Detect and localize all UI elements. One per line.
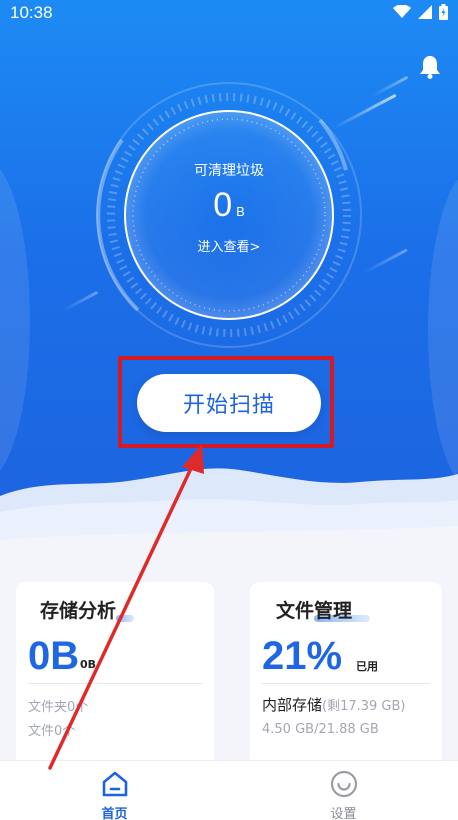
gauge-text: 可清理垃圾 0B 进入查看>	[94, 80, 364, 350]
status-bar: 10:38	[0, 0, 458, 26]
file-count: 文件0个	[28, 724, 76, 739]
nav-home[interactable]: 首页	[0, 761, 229, 820]
storage-analysis-card[interactable]: 存储分析 0B 0B 文件夹0个 文件0个	[16, 582, 214, 782]
nav-settings[interactable]: 设置	[229, 761, 458, 820]
storage-usage: 4.50 GB/21.88 GB	[262, 722, 379, 737]
view-details-link[interactable]: 进入查看>	[94, 236, 364, 255]
storage-value: 0B	[28, 634, 80, 678]
junk-label: 可清理垃圾	[194, 163, 264, 179]
bell-icon[interactable]	[418, 54, 442, 80]
internal-storage-line: 内部存储(剩17.39 GB)	[262, 694, 406, 715]
bottom-nav: 首页 设置	[0, 760, 458, 820]
file-management-card[interactable]: 文件管理 21% 已用 内部存储(剩17.39 GB) 4.50 GB/21.8…	[250, 582, 442, 782]
internal-storage-label: 内部存储	[262, 696, 323, 714]
storage-analysis-title: 存储分析	[40, 600, 117, 622]
title-underline	[116, 615, 134, 622]
status-icons	[393, 4, 448, 20]
decor-streak	[362, 248, 408, 275]
nav-settings-label: 设置	[330, 807, 357, 820]
divider	[28, 683, 202, 684]
remaining-space: (剩17.39 GB)	[322, 699, 406, 714]
divider	[262, 683, 430, 684]
junk-value: 0	[213, 186, 233, 224]
highlight-annotation-box	[118, 356, 334, 448]
wifi-icon	[393, 5, 411, 18]
storage-used-percent: 21%	[262, 634, 343, 678]
junk-value-wrap: 0B	[94, 186, 364, 225]
battery-icon	[439, 4, 448, 20]
snow-hill-decor	[0, 468, 458, 570]
status-time: 10:38	[10, 3, 53, 22]
junk-unit: B	[236, 204, 245, 219]
decor-streak	[371, 75, 409, 98]
smiley-icon	[330, 770, 358, 798]
storage-sub-value: 0B	[80, 658, 97, 671]
nav-home-label: 首页	[101, 807, 128, 820]
home-icon	[102, 771, 128, 797]
folder-count: 文件夹0个	[28, 700, 89, 715]
decor-streak	[61, 290, 99, 313]
decor-glow-left	[0, 160, 30, 480]
file-management-title: 文件管理	[276, 600, 353, 622]
decor-glow-right	[428, 170, 458, 490]
used-label: 已用	[356, 660, 378, 673]
signal-icon	[418, 5, 432, 19]
